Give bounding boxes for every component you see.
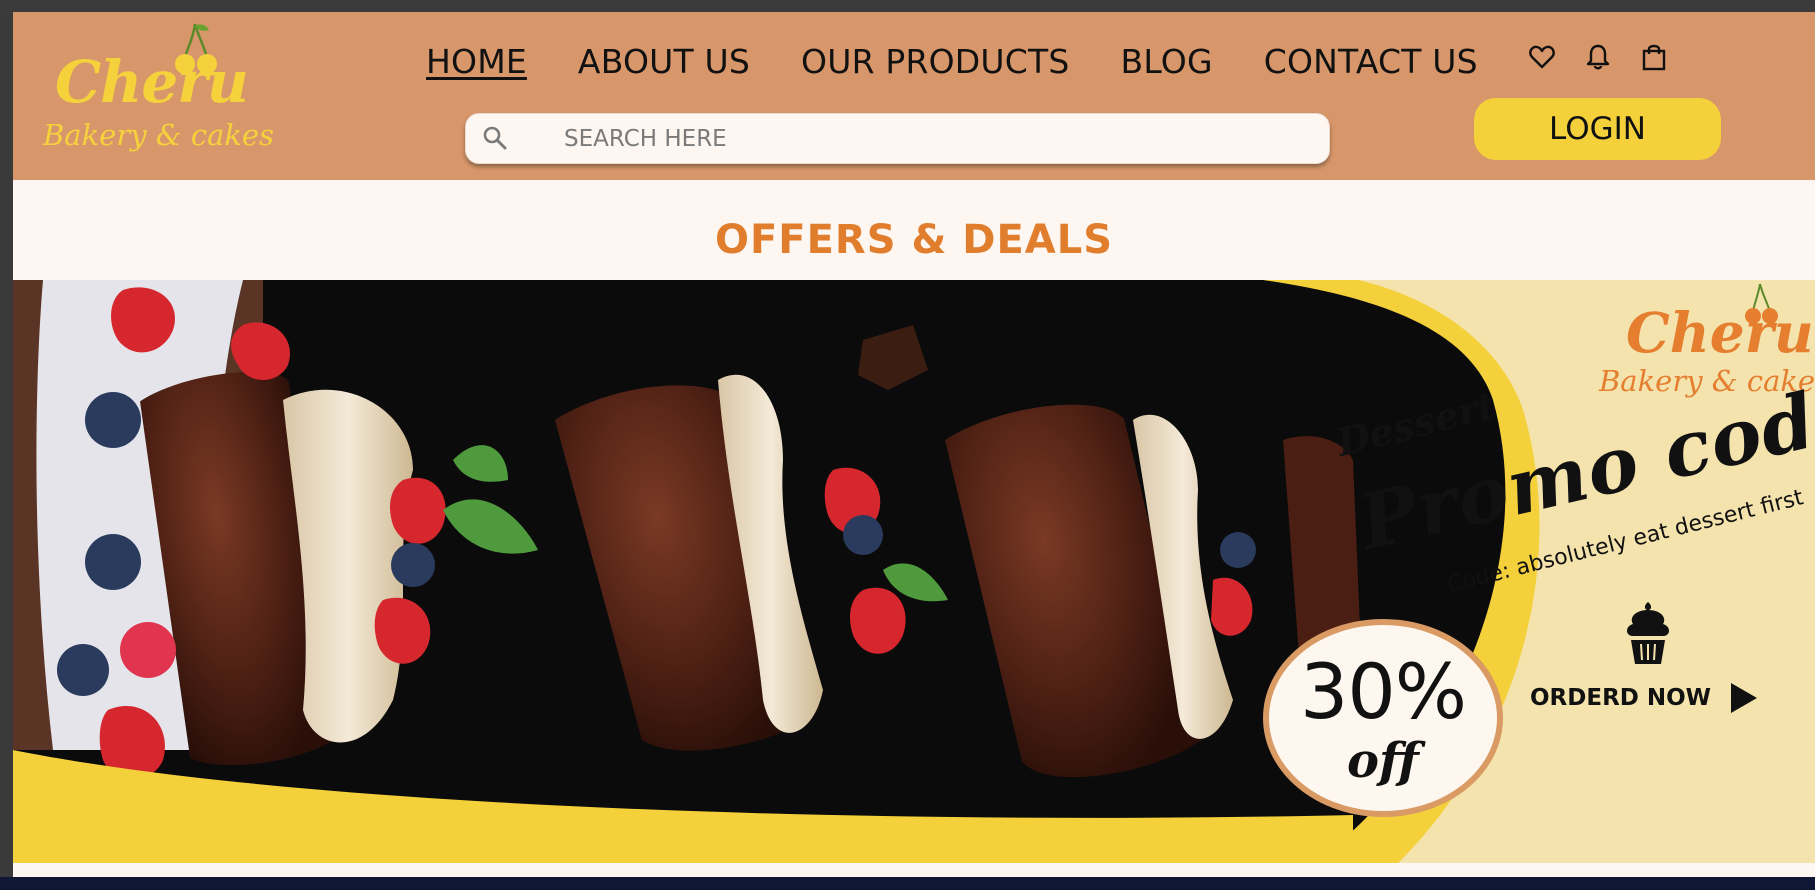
brand-logo[interactable]: Cheru Bakery & cakes xyxy=(33,22,274,172)
play-arrow-icon xyxy=(1731,683,1758,713)
promo-brand-name: Cheru xyxy=(1626,300,1814,365)
discount-percent: 30% xyxy=(1300,647,1467,736)
discount-suffix: off xyxy=(1347,733,1419,789)
search-icon[interactable] xyxy=(482,125,508,151)
shopping-bag-icon[interactable] xyxy=(1641,42,1667,72)
window-bottom-bar xyxy=(0,877,1815,890)
nav-home[interactable]: HOME xyxy=(426,42,527,81)
main-nav: HOME ABOUT US OUR PRODUCTS BLOG CONTACT … xyxy=(426,42,1478,81)
window-top-bar xyxy=(0,0,1815,12)
nav-about-us[interactable]: ABOUT US xyxy=(578,42,750,81)
heart-icon[interactable] xyxy=(1529,42,1555,72)
nav-contact-us[interactable]: CONTACT US xyxy=(1264,42,1478,81)
header-icons xyxy=(1529,42,1667,72)
nav-our-products[interactable]: OUR PRODUCTS xyxy=(801,42,1069,81)
login-button[interactable]: LOGIN xyxy=(1474,98,1721,160)
search-bar[interactable] xyxy=(465,113,1330,164)
section-title: OFFERS & DEALS xyxy=(714,217,1114,263)
page: Cheru Bakery & cakes HOME ABOUT US OUR P… xyxy=(13,12,1815,877)
brand-tagline: Bakery & cakes xyxy=(43,118,274,152)
nav-blog[interactable]: BLOG xyxy=(1121,42,1213,81)
brand-name: Cheru xyxy=(55,48,249,116)
site-header: Cheru Bakery & cakes HOME ABOUT US OUR P… xyxy=(13,12,1815,180)
order-now-label: ORDERD NOW xyxy=(1530,685,1712,711)
cupcake-icon xyxy=(1627,602,1669,664)
bell-icon[interactable] xyxy=(1585,42,1611,72)
search-input[interactable] xyxy=(564,114,1304,163)
promo-banner[interactable]: Cheru Bakery & cakes Dessert Promo code … xyxy=(13,280,1815,863)
promo-text-block: Dessert Promo code Code: absolutely eat … xyxy=(1332,365,1815,620)
discount-badge: 30% off xyxy=(1263,619,1503,817)
order-now-button[interactable]: ORDERD NOW xyxy=(1530,683,1758,713)
